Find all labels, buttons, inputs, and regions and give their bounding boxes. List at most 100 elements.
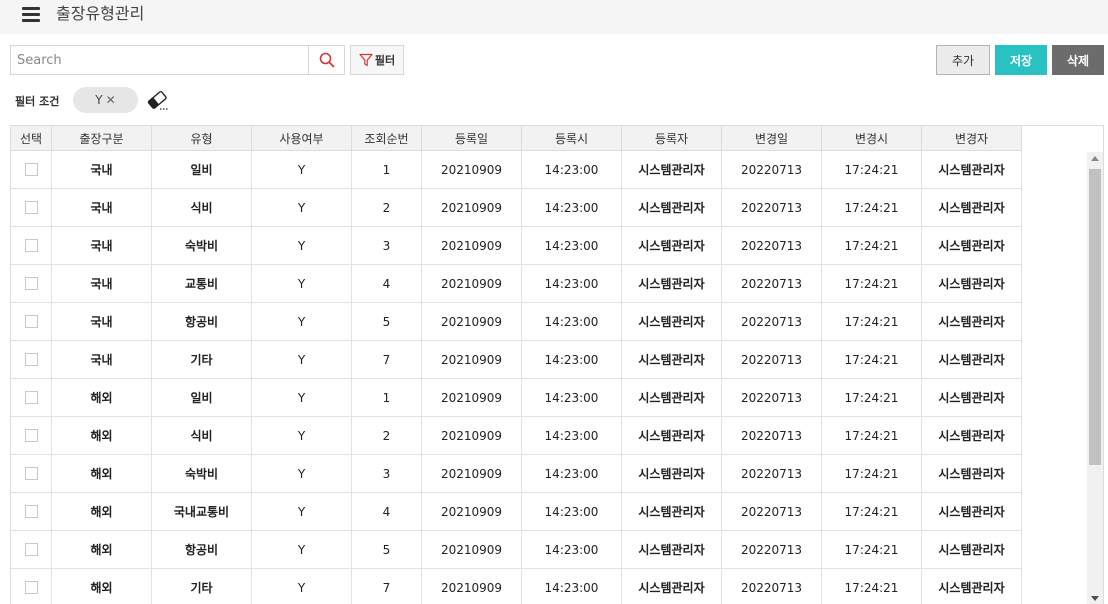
save-button[interactable]: 저장 bbox=[995, 45, 1047, 75]
table-cell[interactable]: 해외 bbox=[52, 417, 152, 454]
column-header[interactable]: 등록시 bbox=[522, 126, 622, 151]
table-cell[interactable]: 14:23:00 bbox=[522, 151, 622, 188]
table-cell[interactable]: 해외 bbox=[52, 455, 152, 492]
table-cell[interactable]: 20220713 bbox=[722, 227, 822, 264]
table-cell[interactable]: 국내 bbox=[52, 341, 152, 378]
column-header[interactable]: 선택 bbox=[11, 126, 52, 151]
search-input[interactable] bbox=[11, 46, 309, 74]
column-header[interactable]: 변경일 bbox=[722, 126, 822, 151]
table-cell[interactable]: 20210909 bbox=[422, 493, 522, 530]
table-cell[interactable]: 20220713 bbox=[722, 569, 822, 604]
table-cell[interactable]: 1 bbox=[352, 151, 422, 188]
table-cell[interactable]: 17:24:21 bbox=[822, 417, 922, 454]
table-row[interactable]: 국내 일비 Y 1 20210909 14:23:00 시스템관리자 20220713 17:2… bbox=[11, 151, 1022, 189]
table-cell[interactable]: 4 bbox=[352, 265, 422, 302]
table-row[interactable]: 국내 식비 Y 2 20210909 14:23:00 시스템관리자 20220713 17:2… bbox=[11, 189, 1022, 227]
table-cell[interactable]: 시스템관리자 bbox=[622, 455, 722, 492]
table-cell[interactable]: 시스템관리자 bbox=[922, 303, 1022, 340]
column-header[interactable]: 유형 bbox=[152, 126, 252, 151]
table-row[interactable]: 해외 식비 Y 2 20210909 14:23:00 시스템관리자 20220713 17:2… bbox=[11, 417, 1022, 455]
table-cell[interactable]: 시스템관리자 bbox=[922, 189, 1022, 226]
table-cell[interactable]: 숙박비 bbox=[152, 455, 252, 492]
table-cell[interactable]: 14:23:00 bbox=[522, 417, 622, 454]
table-cell[interactable]: 시스템관리자 bbox=[922, 379, 1022, 416]
table-cell[interactable]: 시스템관리자 bbox=[622, 417, 722, 454]
table-cell[interactable]: 20210909 bbox=[422, 455, 522, 492]
table-cell[interactable]: 일비 bbox=[152, 379, 252, 416]
table-cell[interactable]: 시스템관리자 bbox=[922, 227, 1022, 264]
table-cell[interactable]: 시스템관리자 bbox=[622, 341, 722, 378]
table-cell[interactable]: 2 bbox=[352, 417, 422, 454]
table-cell[interactable]: 해외 bbox=[52, 569, 152, 604]
table-cell[interactable]: 5 bbox=[352, 303, 422, 340]
table-cell[interactable]: 시스템관리자 bbox=[922, 417, 1022, 454]
table-cell[interactable]: 20220713 bbox=[722, 341, 822, 378]
table-cell[interactable]: 20210909 bbox=[422, 265, 522, 302]
table-cell[interactable]: 20220713 bbox=[722, 189, 822, 226]
row-checkbox[interactable] bbox=[24, 505, 38, 518]
table-cell[interactable]: 17:24:21 bbox=[822, 303, 922, 340]
row-checkbox[interactable] bbox=[24, 201, 38, 214]
vertical-scrollbar[interactable] bbox=[1087, 152, 1103, 604]
table-cell[interactable]: 20220713 bbox=[722, 493, 822, 530]
table-cell[interactable]: 7 bbox=[352, 569, 422, 604]
table-cell[interactable]: 시스템관리자 bbox=[622, 303, 722, 340]
table-cell[interactable]: 식비 bbox=[152, 417, 252, 454]
column-header[interactable]: 등록자 bbox=[622, 126, 722, 151]
table-row[interactable]: 국내 항공비 Y 5 20210909 14:23:00 시스템관리자 20220713 17:… bbox=[11, 303, 1022, 341]
table-cell[interactable]: Y bbox=[252, 265, 352, 302]
table-cell[interactable]: 해외 bbox=[52, 493, 152, 530]
table-cell[interactable]: 시스템관리자 bbox=[622, 265, 722, 302]
table-cell[interactable]: 14:23:00 bbox=[522, 531, 622, 568]
table-cell[interactable]: 14:23:00 bbox=[522, 189, 622, 226]
row-checkbox[interactable] bbox=[24, 353, 38, 366]
scroll-up-icon[interactable] bbox=[1091, 156, 1099, 161]
column-header[interactable]: 등록일 bbox=[422, 126, 522, 151]
table-cell[interactable]: 해외 bbox=[52, 531, 152, 568]
table-row[interactable]: 국내 숙박비 Y 3 20210909 14:23:00 시스템관리자 20220713 17:… bbox=[11, 227, 1022, 265]
table-cell[interactable]: 20210909 bbox=[422, 303, 522, 340]
table-cell[interactable]: 14:23:00 bbox=[522, 265, 622, 302]
table-cell[interactable]: 20220713 bbox=[722, 151, 822, 188]
table-cell[interactable]: 시스템관리자 bbox=[622, 531, 722, 568]
table-cell[interactable]: 항공비 bbox=[152, 531, 252, 568]
table-cell[interactable]: 시스템관리자 bbox=[622, 151, 722, 188]
table-row[interactable]: 해외 일비 Y 1 20210909 14:23:00 시스템관리자 20220713 17:2… bbox=[11, 379, 1022, 417]
table-cell[interactable]: Y bbox=[252, 379, 352, 416]
table-cell[interactable]: 14:23:00 bbox=[522, 303, 622, 340]
table-cell[interactable]: 국내 bbox=[52, 265, 152, 302]
table-cell[interactable]: 17:24:21 bbox=[822, 341, 922, 378]
table-cell[interactable]: 시스템관리자 bbox=[622, 493, 722, 530]
table-cell[interactable]: 국내 bbox=[52, 189, 152, 226]
scrollbar-thumb[interactable] bbox=[1089, 169, 1101, 465]
table-cell[interactable]: 14:23:00 bbox=[522, 493, 622, 530]
column-header[interactable]: 조회순번 bbox=[352, 126, 422, 151]
table-row[interactable]: 해외 기타 Y 7 20210909 14:23:00 시스템관리자 20220713 17:2… bbox=[11, 569, 1022, 604]
table-cell[interactable]: 5 bbox=[352, 531, 422, 568]
table-cell[interactable]: 20210909 bbox=[422, 569, 522, 604]
row-checkbox[interactable] bbox=[24, 315, 38, 328]
table-cell[interactable]: 14:23:00 bbox=[522, 455, 622, 492]
table-cell[interactable]: 20210909 bbox=[422, 227, 522, 264]
row-checkbox[interactable] bbox=[24, 277, 38, 290]
table-cell[interactable]: 기타 bbox=[152, 341, 252, 378]
table-cell[interactable]: 17:24:21 bbox=[822, 189, 922, 226]
table-cell[interactable]: 20220713 bbox=[722, 417, 822, 454]
table-cell[interactable]: 3 bbox=[352, 227, 422, 264]
table-cell[interactable]: 기타 bbox=[152, 569, 252, 604]
table-cell[interactable]: 해외 bbox=[52, 379, 152, 416]
eraser-icon[interactable] bbox=[146, 89, 170, 111]
table-cell[interactable]: 17:24:21 bbox=[822, 455, 922, 492]
table-row[interactable]: 국내 기타 Y 7 20210909 14:23:00 시스템관리자 20220713 17:2… bbox=[11, 341, 1022, 379]
table-cell[interactable]: 1 bbox=[352, 379, 422, 416]
row-checkbox[interactable] bbox=[24, 467, 38, 480]
table-cell[interactable]: 20210909 bbox=[422, 379, 522, 416]
column-header[interactable]: 변경자 bbox=[922, 126, 1022, 151]
table-cell[interactable]: 시스템관리자 bbox=[622, 227, 722, 264]
table-cell[interactable]: 17:24:21 bbox=[822, 569, 922, 604]
filter-button[interactable]: 필터 bbox=[350, 45, 404, 75]
column-header[interactable]: 사용여부 bbox=[252, 126, 352, 151]
hamburger-icon[interactable] bbox=[22, 6, 40, 22]
table-row[interactable]: 국내 교통비 Y 4 20210909 14:23:00 시스템관리자 20220713 17:… bbox=[11, 265, 1022, 303]
table-cell[interactable]: 식비 bbox=[152, 189, 252, 226]
